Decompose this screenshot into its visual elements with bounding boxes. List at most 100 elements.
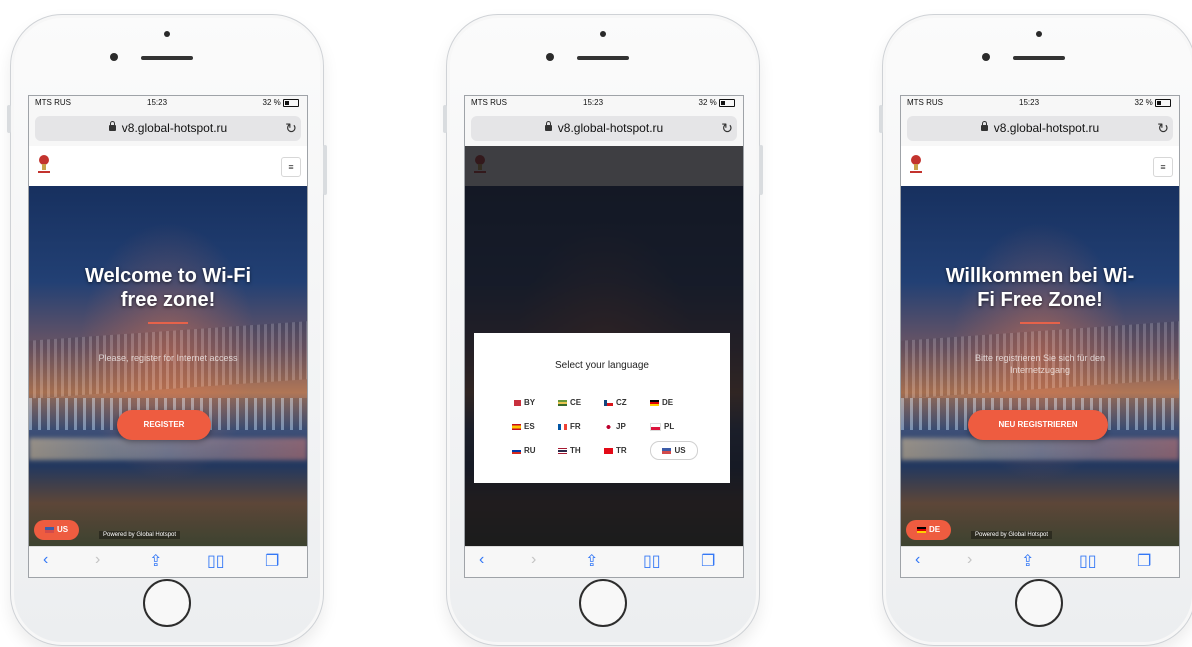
battery-indicator: 32 %	[263, 98, 299, 107]
register-button[interactable]: REGISTER	[117, 410, 211, 440]
screen: MTS RUS 15:23 32 % v8.global-hotspot.ru …	[28, 95, 308, 578]
url-field[interactable]: v8.global-hotspot.ru ↻	[35, 116, 301, 141]
status-bar: MTS RUS 15:23 32 %	[465, 96, 743, 110]
front-camera	[1036, 31, 1042, 37]
language-option-pl[interactable]: PL	[650, 418, 696, 435]
url-text: v8.global-hotspot.ru	[557, 121, 664, 135]
language-grid: BY CE CZ DE ES FR JP PL RU TH TR US	[512, 392, 702, 465]
status-bar: MTS RUS 15:23 32 %	[29, 96, 307, 110]
url-field[interactable]: v8.global-hotspot.ru ↻	[907, 116, 1173, 141]
proximity-sensor	[546, 53, 554, 61]
language-button[interactable]: DE	[906, 520, 951, 540]
language-option-fr[interactable]: FR	[558, 418, 604, 435]
phone-2: MTS RUS 15:23 32 % v8.global-hotspot.ru …	[443, 14, 763, 646]
divider	[148, 322, 188, 324]
chevron-left-icon[interactable]: ‹	[915, 551, 920, 569]
book-icon[interactable]: ▯▯	[643, 551, 661, 571]
carrier-label: MTS RUS	[471, 98, 507, 107]
clock: 15:23	[583, 98, 604, 107]
language-option-us[interactable]: US	[650, 441, 698, 460]
language-option-th[interactable]: TH	[558, 442, 604, 459]
hamburger-menu-icon[interactable]: ≡	[281, 157, 301, 177]
register-button[interactable]: NEU REGISTRIEREN	[968, 410, 1108, 440]
site-header: ≡	[29, 146, 307, 186]
powered-by: Powered by Global Hotspot	[99, 531, 181, 539]
proximity-sensor	[110, 53, 118, 61]
modal-backdrop[interactable]: Select your language BY CE CZ DE ES FR JP PL R…	[465, 146, 743, 547]
home-button[interactable]	[1015, 579, 1063, 627]
book-icon[interactable]: ▯▯	[1079, 551, 1097, 571]
hamburger-menu-icon[interactable]: ≡	[1153, 157, 1173, 177]
powered-by: Powered by Global Hotspot	[971, 531, 1053, 539]
de-flag-icon	[650, 399, 659, 406]
front-camera	[164, 31, 170, 37]
battery-indicator: 32 %	[1135, 98, 1171, 107]
chevron-right-icon[interactable]: ›	[967, 551, 972, 569]
earpiece-speaker	[1013, 56, 1065, 60]
proximity-sensor	[982, 53, 990, 61]
volume-button	[443, 105, 447, 133]
tabs-icon[interactable]: ❐	[265, 551, 279, 571]
chevron-right-icon[interactable]: ›	[95, 551, 100, 569]
screen: MTS RUS 15:23 32 % v8.global-hotspot.ru …	[464, 95, 744, 578]
road-image	[29, 438, 307, 460]
phone-3: MTS RUS 15:23 32 % v8.global-hotspot.ru …	[879, 14, 1192, 646]
ru-flag-icon	[512, 447, 521, 454]
lock-icon	[544, 121, 552, 131]
reload-icon[interactable]: ↻	[721, 116, 733, 141]
tr-flag-icon	[604, 447, 613, 454]
share-icon[interactable]: ⇪	[585, 551, 598, 571]
status-bar: MTS RUS 15:23 32 %	[901, 96, 1179, 110]
language-button[interactable]: US	[34, 520, 79, 540]
home-button[interactable]	[143, 579, 191, 627]
road-image	[901, 438, 1179, 460]
language-option-es[interactable]: ES	[512, 418, 558, 435]
register-prompt: Bitte registrieren Sie sich für den Inte…	[974, 353, 1106, 375]
browser-toolbar: ‹ › ⇪ ▯▯ ❐	[465, 546, 743, 577]
fifa-logo	[910, 155, 922, 173]
es-flag-icon	[512, 423, 521, 430]
cz-flag-icon	[604, 399, 613, 406]
browser-toolbar: ‹ › ⇪ ▯▯ ❐	[29, 546, 307, 577]
volume-button	[879, 105, 883, 133]
earpiece-speaker	[141, 56, 193, 60]
power-button	[759, 145, 763, 195]
site-header: ≡	[901, 146, 1179, 186]
chevron-right-icon[interactable]: ›	[531, 551, 536, 569]
us-flag-icon	[44, 526, 54, 533]
url-field[interactable]: v8.global-hotspot.ru ↻	[471, 116, 737, 141]
language-option-ru[interactable]: RU	[512, 442, 558, 459]
reload-icon[interactable]: ↻	[1157, 116, 1169, 141]
tabs-icon[interactable]: ❐	[701, 551, 715, 571]
language-option-tr[interactable]: TR	[604, 442, 650, 459]
language-option-cz[interactable]: CZ	[604, 394, 650, 411]
browser-toolbar: ‹ › ⇪ ▯▯ ❐	[901, 546, 1179, 577]
tabs-icon[interactable]: ❐	[1137, 551, 1151, 571]
reload-icon[interactable]: ↻	[285, 116, 297, 141]
url-text: v8.global-hotspot.ru	[993, 121, 1100, 135]
language-code: US	[56, 525, 69, 534]
chevron-left-icon[interactable]: ‹	[479, 551, 484, 569]
language-option-ce[interactable]: CE	[558, 394, 604, 411]
language-option-de[interactable]: DE	[650, 394, 696, 411]
jp-flag-icon	[604, 423, 613, 430]
chevron-left-icon[interactable]: ‹	[43, 551, 48, 569]
welcome-headline: Welcome to Wi-Fi free zone!	[84, 265, 252, 311]
hero-banner: Welcome to Wi-Fi free zone! Please, regi…	[29, 186, 307, 555]
language-option-jp[interactable]: JP	[604, 418, 650, 435]
address-bar: v8.global-hotspot.ru ↻	[901, 110, 1179, 146]
battery-percent: 32 %	[262, 98, 281, 107]
address-bar: v8.global-hotspot.ru ↻	[29, 110, 307, 146]
home-button[interactable]	[579, 579, 627, 627]
language-option-by[interactable]: BY	[512, 394, 558, 411]
share-icon[interactable]: ⇪	[1021, 551, 1034, 571]
de-flag-icon	[916, 526, 926, 533]
us-flag-icon	[662, 447, 672, 454]
divider	[1020, 322, 1060, 324]
lock-icon	[108, 121, 116, 131]
carrier-label: MTS RUS	[35, 98, 71, 107]
share-icon[interactable]: ⇪	[149, 551, 162, 571]
book-icon[interactable]: ▯▯	[207, 551, 225, 571]
battery-indicator: 32 %	[699, 98, 735, 107]
th-flag-icon	[558, 447, 567, 454]
